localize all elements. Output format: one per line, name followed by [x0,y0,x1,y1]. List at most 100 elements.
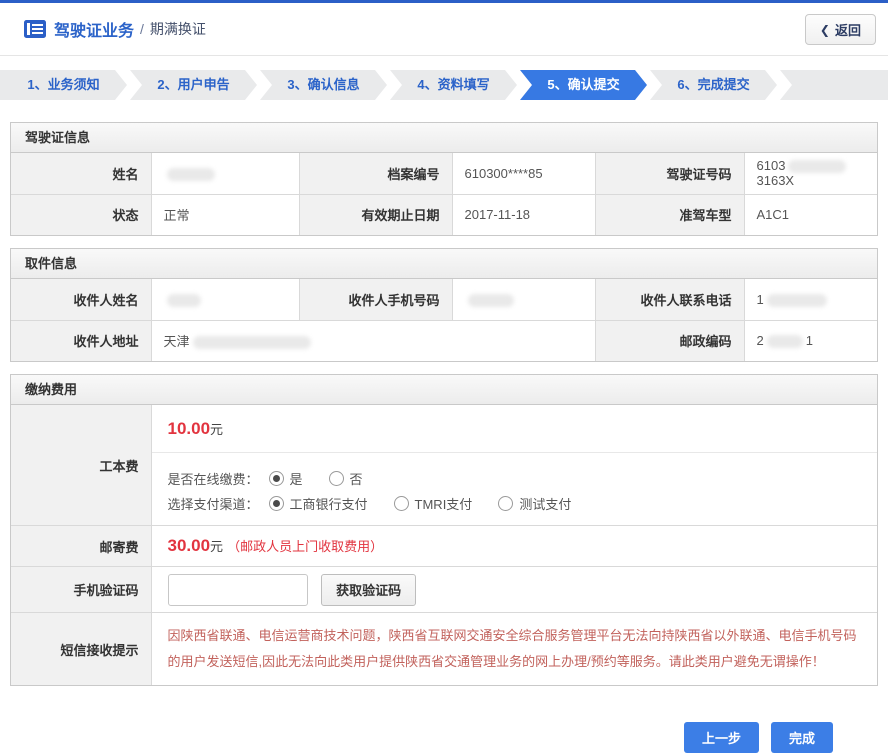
status-label: 状态 [11,194,151,235]
postfee-amount: 30.00 [168,536,211,555]
recipient-phone-prefix: 1 [757,292,764,307]
postfee-note: （邮政人员上门收取费用） [227,539,383,554]
radio-checked-icon [269,496,284,511]
postcode-prefix: 2 [757,333,764,348]
recipient-name-value [151,279,299,320]
pay-options: 是否在线缴费： 是 否 选择支付渠道： [152,453,878,525]
postcode-label: 邮政编码 [595,320,744,361]
step-1-business-notes[interactable]: 1、业务须知 [0,70,127,100]
sms-notice-label: 短信接收提示 [11,613,151,686]
recipient-address-value: 天津 [151,320,595,361]
radio-checked-icon [269,471,284,486]
step-5-confirm-submit[interactable]: 5、确认提交 [520,70,647,100]
step-bar-filler [780,70,888,100]
online-pay-no-label: 否 [350,469,363,488]
workfee-label: 工本费 [11,405,151,526]
redacted-value [468,294,514,307]
workfee-amount-row: 10.00元 [152,405,878,453]
table-row: 短信接收提示 因陕西省联通、电信运营商技术问题，陕西省互联网交通安全综合服务管理… [11,613,877,686]
pickup-info-title: 取件信息 [11,249,877,279]
license-no-label: 驾驶证号码 [595,153,744,194]
step-3-confirm-info[interactable]: 3、确认信息 [260,70,387,100]
redacted-value [167,168,215,181]
table-row: 工本费 10.00元 是否在线缴费： 是 否 [11,405,877,526]
step-wizard: 1、业务须知 2、用户申告 3、确认信息 4、资料填写 5、确认提交 6、完成提… [0,70,888,100]
sms-code-label: 手机验证码 [11,567,151,613]
sms-code-cell: 获取验证码 [151,567,877,613]
radio-unchecked-icon [329,471,344,486]
sms-code-input[interactable] [168,574,308,606]
online-pay-label: 是否在线缴费： [168,469,259,488]
recipient-phone-label: 收件人联系电话 [595,279,744,320]
pickup-info-table: 收件人姓名 收件人手机号码 收件人联系电话 1 收件人地址 天津 邮政编码 21 [11,279,877,361]
recipient-mobile-value [452,279,595,320]
step-6-complete-submit[interactable]: 6、完成提交 [650,70,777,100]
license-business-icon [24,20,46,38]
postfee-label: 邮寄费 [11,526,151,567]
postcode-suffix: 1 [806,333,813,348]
fees-table: 工本费 10.00元 是否在线缴费： 是 否 [11,405,877,685]
recipient-phone-value: 1 [744,279,877,320]
channel-icbc-label: 工商银行支付 [290,494,368,513]
postcode-value: 21 [744,320,877,361]
name-value [151,153,299,194]
recipient-mobile-label: 收件人手机号码 [299,279,452,320]
channel-test-label: 测试支付 [519,494,571,513]
channel-test-option[interactable]: 测试支付 [498,494,571,513]
page-header: 驾驶证业务 / 期满换证 ❮ 返回 [0,3,888,56]
table-row: 手机验证码 获取验证码 [11,567,877,613]
status-value: 正常 [151,194,299,235]
redacted-value [767,294,827,307]
channel-icbc-option[interactable]: 工商银行支付 [269,494,368,513]
sms-notice-text: 因陕西省联通、电信运营商技术问题，陕西省互联网交通安全综合服务管理平台无法向持陕… [168,619,862,679]
valid-until-value: 2017-11-18 [452,194,595,235]
workfee-currency: 元 [210,422,223,437]
back-button[interactable]: ❮ 返回 [805,14,876,45]
get-code-button[interactable]: 获取验证码 [321,574,416,606]
license-info-panel: 驾驶证信息 姓名 档案编号 610300****85 驾驶证号码 6103316… [10,122,878,236]
valid-until-label: 有效期止日期 [299,194,452,235]
redacted-value [167,294,201,307]
recipient-name-label: 收件人姓名 [11,279,151,320]
vehicle-class-value: A1C1 [744,194,877,235]
finish-button[interactable]: 完成 [771,722,833,753]
breadcrumb-current: 期满换证 [150,19,206,39]
file-no-value: 610300****85 [452,153,595,194]
back-button-label: 返回 [835,20,861,39]
postfee-currency: 元 [210,539,223,554]
step-2-user-declaration[interactable]: 2、用户申告 [130,70,257,100]
redacted-value [193,336,311,349]
license-no-value: 61033163X [744,153,877,194]
file-no-label: 档案编号 [299,153,452,194]
pay-channel-row: 选择支付渠道： 工商银行支付 TMRI支付 测试支付 [168,494,862,513]
radio-unchecked-icon [394,496,409,511]
back-chevron-icon: ❮ [820,23,830,37]
step-4-fill-data[interactable]: 4、资料填写 [390,70,517,100]
fees-title: 缴纳费用 [11,375,877,405]
footer-actions: 上一步 完成 [0,722,888,753]
online-pay-yes-label: 是 [290,469,303,488]
pay-channel-label: 选择支付渠道： [168,494,259,513]
name-label: 姓名 [11,153,151,194]
previous-step-button[interactable]: 上一步 [684,722,759,753]
workfee-cell: 10.00元 是否在线缴费： 是 否 [151,405,877,526]
online-pay-row: 是否在线缴费： 是 否 [168,469,862,488]
table-row: 姓名 档案编号 610300****85 驾驶证号码 61033163X [11,153,877,194]
table-row: 收件人地址 天津 邮政编码 21 [11,320,877,361]
redacted-value [788,160,846,173]
recipient-address-label: 收件人地址 [11,320,151,361]
license-no-prefix: 6103 [757,158,786,173]
table-row: 收件人姓名 收件人手机号码 收件人联系电话 1 [11,279,877,320]
license-info-title: 驾驶证信息 [11,123,877,153]
page-title: 驾驶证业务 [54,17,134,41]
channel-tmri-option[interactable]: TMRI支付 [394,494,473,513]
online-pay-no-option[interactable]: 否 [329,469,363,488]
breadcrumb-separator: / [140,21,144,37]
table-row: 状态 正常 有效期止日期 2017-11-18 准驾车型 A1C1 [11,194,877,235]
sms-notice-cell: 因陕西省联通、电信运营商技术问题，陕西省互联网交通安全综合服务管理平台无法向持陕… [151,613,877,686]
online-pay-yes-option[interactable]: 是 [269,469,303,488]
workfee-amount: 10.00 [168,419,211,438]
radio-unchecked-icon [498,496,513,511]
license-info-table: 姓名 档案编号 610300****85 驾驶证号码 61033163X 状态 … [11,153,877,235]
redacted-value [767,335,803,348]
